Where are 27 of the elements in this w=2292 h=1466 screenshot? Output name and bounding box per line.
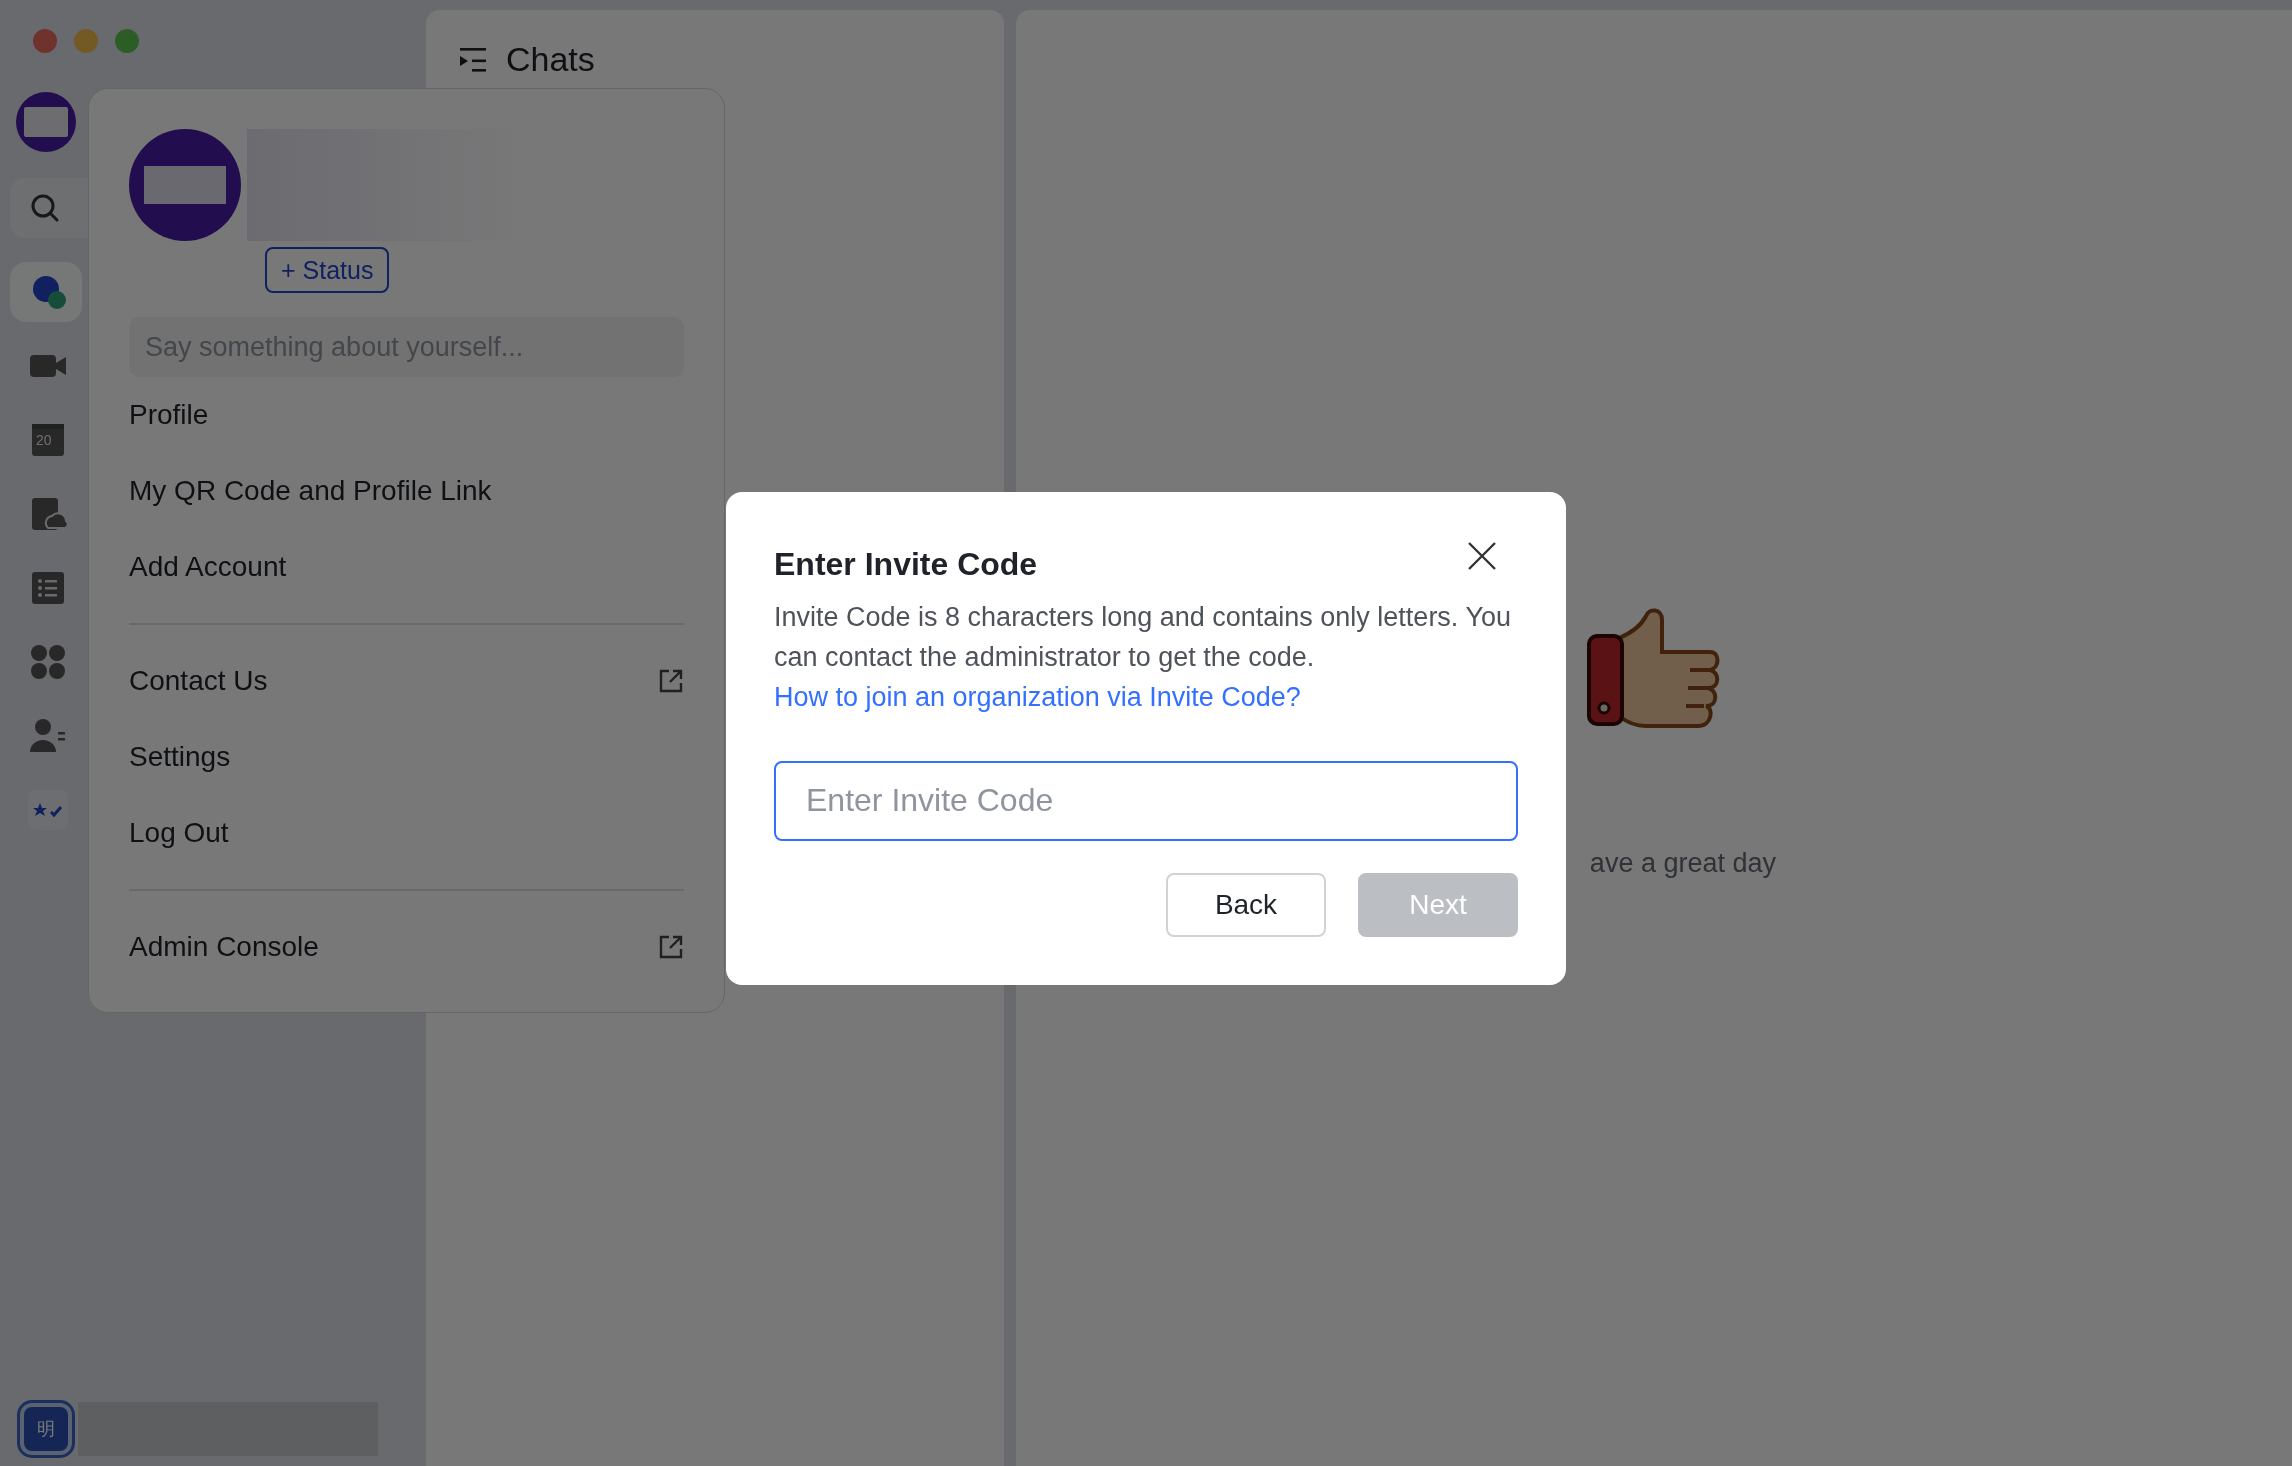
avatar[interactable] bbox=[16, 92, 76, 152]
menu-item[interactable]: Log Out bbox=[129, 795, 684, 871]
external-link-icon bbox=[658, 934, 684, 960]
calendar-date: 20 bbox=[36, 433, 52, 447]
window-close-button[interactable] bbox=[33, 29, 57, 53]
collapse-list-icon bbox=[458, 46, 488, 73]
status-button[interactable]: + Status bbox=[265, 247, 390, 293]
menu-item[interactable]: My QR Code and Profile Link bbox=[129, 453, 684, 529]
menu-item[interactable]: Admin Console bbox=[129, 909, 684, 985]
dialog-title: Enter Invite Code bbox=[774, 545, 1038, 583]
external-link-icon bbox=[658, 668, 684, 694]
back-button[interactable]: Back bbox=[1166, 872, 1326, 937]
invite-code-field[interactable]: Enter Invite Code bbox=[774, 760, 1518, 841]
panel-title: Chats bbox=[506, 40, 595, 79]
search-icon bbox=[30, 193, 60, 223]
close-button[interactable] bbox=[1466, 539, 1498, 572]
dialog-description: Invite Code is 8 characters long and contains only letters. You can contact the administrator to get the code. How to join an organization via Invite Code? bbox=[774, 600, 1512, 714]
menu-item[interactable]: Add Account bbox=[129, 529, 684, 605]
nav-item[interactable]: 20 bbox=[10, 410, 82, 470]
menu-item[interactable]: Profile bbox=[129, 377, 684, 453]
grid-icon bbox=[28, 642, 68, 682]
help-link[interactable]: How to join an organization via Invite Code? bbox=[774, 681, 1301, 712]
menu-item[interactable]: Settings bbox=[129, 719, 684, 795]
greeting-text: ave a great day bbox=[1589, 848, 1776, 879]
window-zoom-button[interactable] bbox=[115, 29, 139, 53]
nav-item[interactable] bbox=[10, 262, 82, 322]
menu-item[interactable]: Contact Us bbox=[129, 643, 684, 719]
